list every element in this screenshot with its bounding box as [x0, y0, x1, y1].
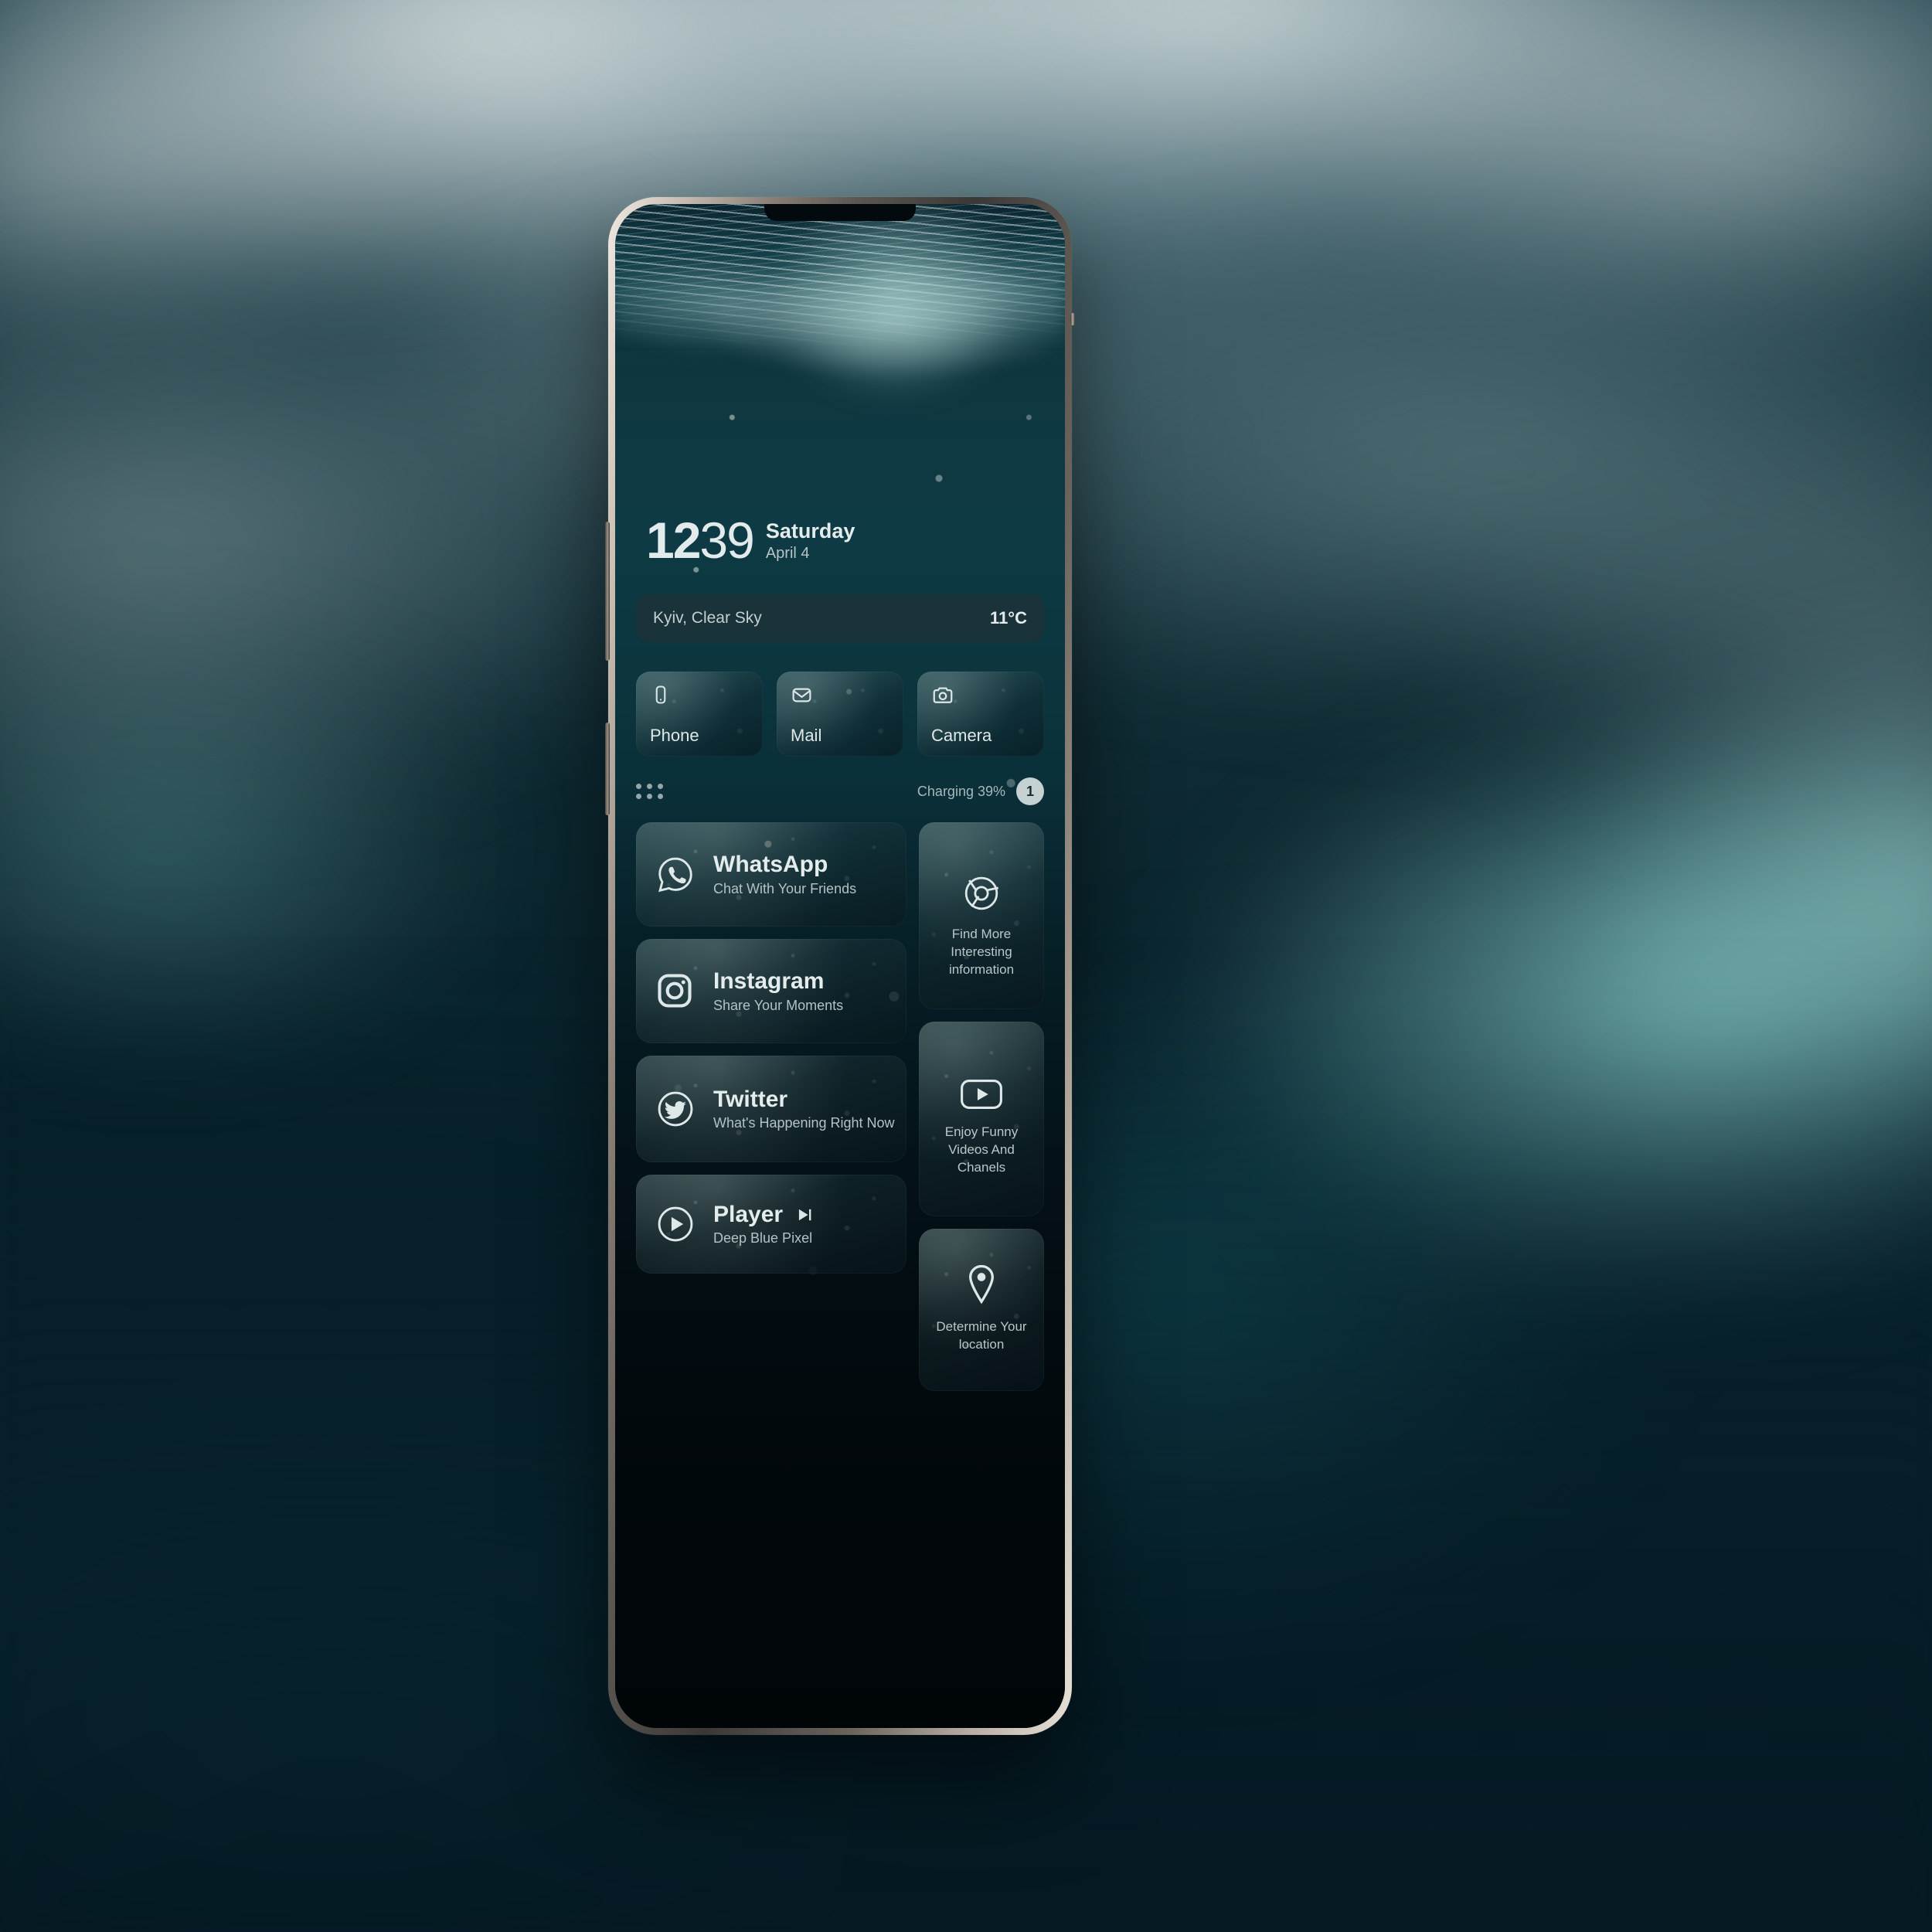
app-card-grid: WhatsApp Chat With Your Friends Instagra…	[636, 822, 1044, 1706]
shortcut-label: Phone	[650, 726, 699, 745]
weather-widget[interactable]: Kyiv, Clear Sky 11°C	[636, 594, 1044, 642]
battery-group: Charging 39% 1	[917, 777, 1044, 805]
battery-status: Charging 39%	[917, 783, 1005, 799]
card-subtitle: Deep Blue Pixel	[713, 1230, 813, 1247]
card-chrome[interactable]: Find More Interesting information	[919, 822, 1044, 1009]
weather-temperature: 11°C	[990, 608, 1027, 628]
play-circle-icon[interactable]	[655, 1203, 696, 1245]
antenna-line	[1070, 313, 1075, 325]
shortcut-label: Mail	[791, 726, 822, 745]
clock-hours: 12	[646, 512, 701, 569]
status-row: Charging 39% 1	[636, 776, 1044, 807]
card-texture	[919, 822, 1044, 1009]
twitter-icon	[658, 1091, 693, 1127]
card-title: Instagram	[713, 968, 825, 995]
card-icon-slot	[655, 971, 696, 1012]
drawer-dot	[647, 794, 652, 799]
card-text: Instagram Share Your Moments	[713, 968, 843, 1014]
shortcut-tiles: Phone Mail Camera	[636, 672, 1044, 757]
youtube-icon	[961, 1080, 1002, 1109]
card-subtitle: Chat With Your Friends	[713, 880, 857, 896]
skip-next-icon	[798, 1209, 811, 1221]
card-maps[interactable]: Determine Your location	[919, 1229, 1044, 1391]
app-drawer-icon[interactable]	[636, 784, 663, 799]
card-title: WhatsApp	[713, 852, 828, 878]
shortcut-label: Camera	[931, 726, 992, 745]
drawer-dot	[647, 784, 652, 789]
card-icon-slot	[655, 1088, 696, 1130]
card-title-row: Player	[713, 1202, 814, 1229]
card-subtitle: Find More Interesting information	[948, 927, 1015, 977]
clock-widget[interactable]: 12 39 Saturday April 4	[646, 515, 855, 566]
drawer-dot	[658, 784, 663, 789]
card-text: WhatsApp Chat With Your Friends	[713, 852, 856, 897]
shortcut-camera[interactable]: Camera	[917, 672, 1044, 757]
drawer-dot	[658, 794, 663, 799]
page-indicator-badge[interactable]: 1	[1016, 777, 1044, 805]
card-text: Twitter What's Happening Right Now	[713, 1087, 895, 1132]
location-pin-icon	[969, 1264, 994, 1304]
phone-icon	[655, 685, 666, 704]
card-texture	[919, 1229, 1044, 1391]
shortcut-phone[interactable]: Phone	[636, 672, 763, 757]
card-whatsapp[interactable]: WhatsApp Chat With Your Friends	[636, 822, 906, 927]
clock-date-block: Saturday April 4	[766, 515, 855, 563]
phone-device-frame: 12 39 Saturday April 4 Kyiv, Clear Sky 1…	[605, 197, 1075, 1735]
card-icon-slot	[655, 854, 696, 896]
card-icon-slot	[961, 873, 1002, 913]
camera-icon	[933, 687, 953, 703]
card-title: Player	[713, 1201, 784, 1227]
card-subtitle: What's Happening Right Now	[713, 1115, 895, 1131]
camera-notch	[764, 204, 916, 221]
skip-next-button[interactable]	[797, 1208, 814, 1222]
drawer-dot	[636, 794, 641, 799]
chrome-icon	[964, 876, 999, 910]
weather-description: Kyiv, Clear Sky	[653, 609, 762, 627]
card-instagram[interactable]: Instagram Share Your Moments	[636, 939, 906, 1043]
shortcut-mail[interactable]: Mail	[777, 672, 903, 757]
card-icon-slot	[959, 1077, 1004, 1111]
card-column-right: Find More Interesting information Enjoy …	[919, 822, 1044, 1706]
whatsapp-icon	[658, 857, 692, 892]
card-twitter[interactable]: Twitter What's Happening Right Now	[636, 1056, 906, 1162]
card-subtitle: Enjoy Funny Videos And Chanels	[944, 1124, 1019, 1175]
clock-minutes: 39	[699, 512, 754, 569]
card-title: Twitter	[713, 1086, 788, 1112]
card-subtitle: Determine Your location	[936, 1319, 1027, 1352]
power-button[interactable]	[605, 723, 610, 815]
drawer-dot	[636, 784, 641, 789]
clock-weekday: Saturday	[765, 519, 855, 543]
card-column-left: WhatsApp Chat With Your Friends Instagra…	[636, 822, 906, 1706]
card-youtube[interactable]: Enjoy Funny Videos And Chanels	[919, 1022, 1044, 1216]
card-icon-slot	[655, 1203, 696, 1245]
card-text: Player Deep Blue Pixel	[713, 1202, 814, 1247]
volume-button[interactable]	[605, 522, 610, 661]
card-icon-slot	[964, 1263, 998, 1306]
card-texture	[919, 1022, 1044, 1216]
home-screen: 12 39 Saturday April 4 Kyiv, Clear Sky 1…	[615, 204, 1065, 1728]
mail-icon	[792, 688, 811, 702]
card-subtitle: Share Your Moments	[713, 997, 844, 1013]
instagram-icon	[658, 973, 692, 1008]
clock-date: April 4	[765, 545, 810, 563]
card-player[interactable]: Player Deep Blue Pixel	[636, 1175, 906, 1274]
clock-time: 12 39	[646, 512, 755, 569]
phone-screen: 12 39 Saturday April 4 Kyiv, Clear Sky 1…	[615, 204, 1065, 1728]
